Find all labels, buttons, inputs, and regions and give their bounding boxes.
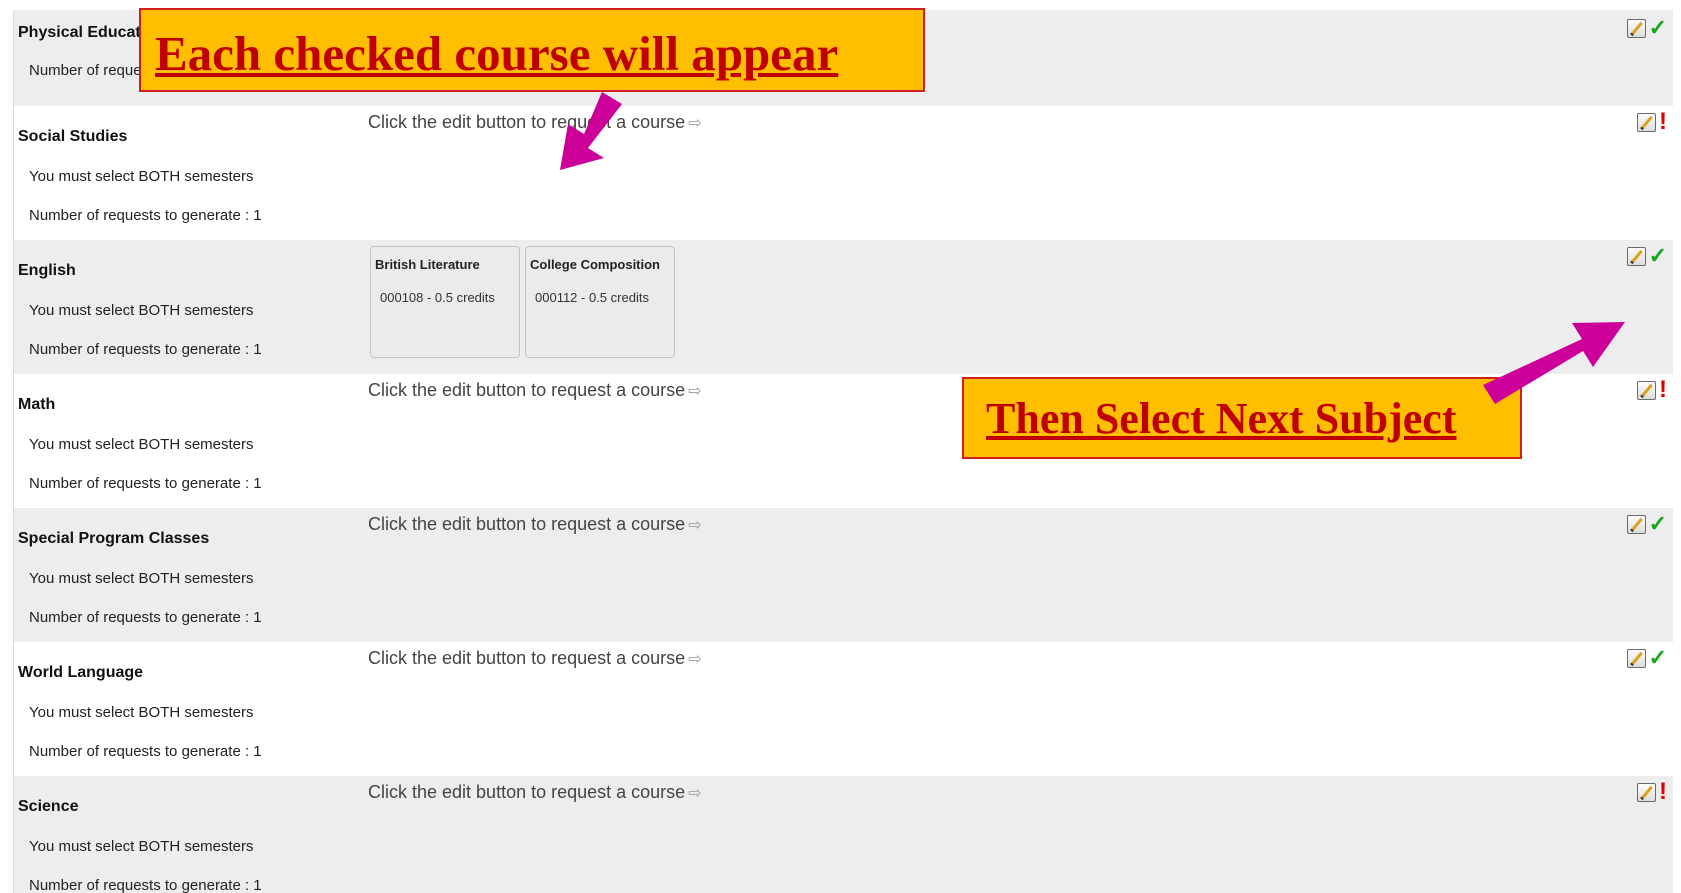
pointer-arrow-down-left (560, 92, 622, 170)
annotation-arrows (560, 92, 1625, 404)
pointer-arrow-up-right (1483, 322, 1625, 404)
